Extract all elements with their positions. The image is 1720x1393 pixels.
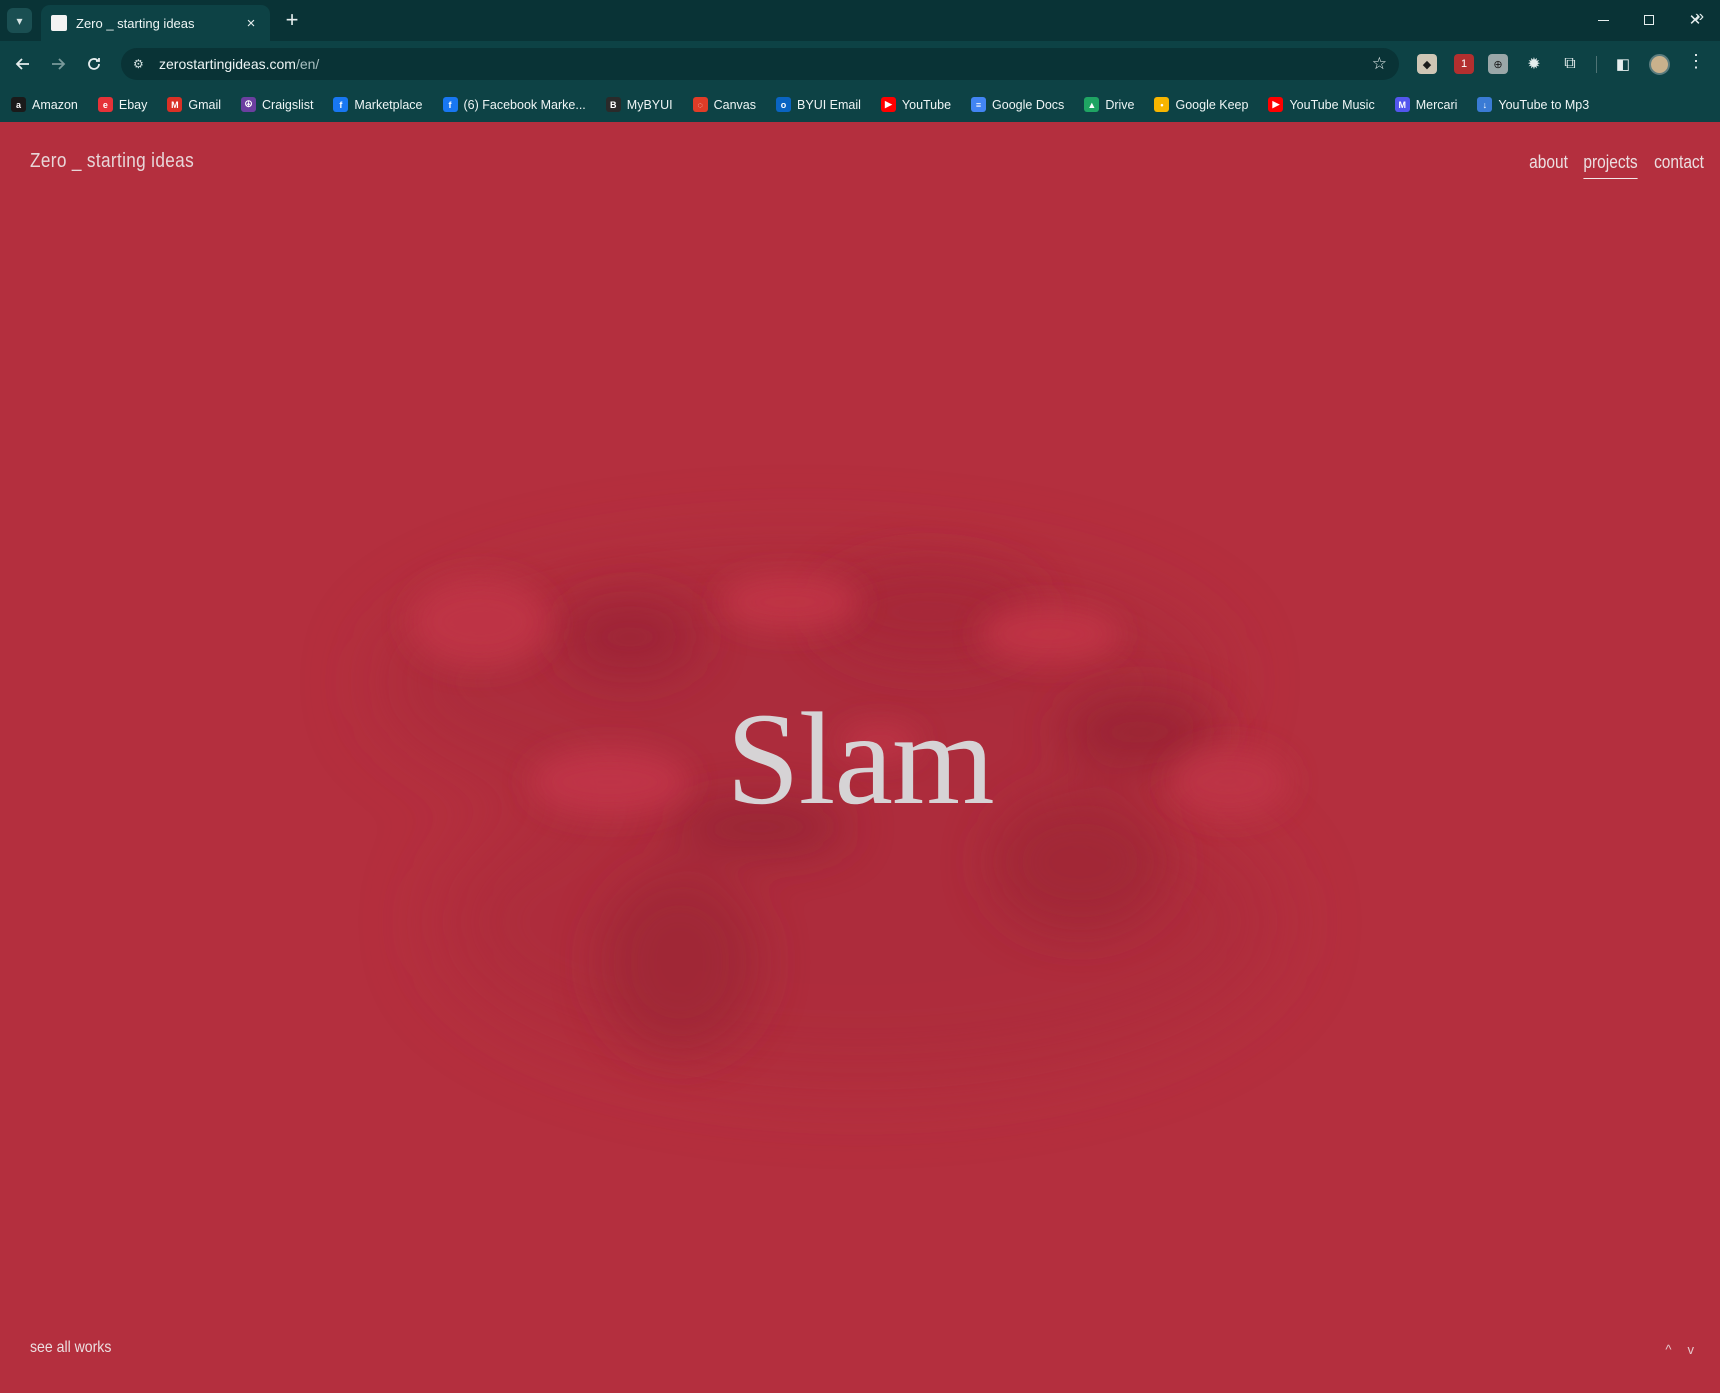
- reload-button[interactable]: [79, 49, 109, 79]
- browser-chrome: ▾ Zero _ starting ideas × + ✕ ⚙ zerostar…: [0, 0, 1720, 122]
- tab-title: Zero _ starting ideas: [76, 15, 195, 31]
- bookmark-label: (6) Facebook Marke...: [463, 97, 586, 112]
- canvas-icon: ◌: [692, 97, 708, 112]
- docs-icon: ≡: [971, 97, 987, 112]
- hero-title[interactable]: Slam: [0, 682, 1720, 835]
- youtube-icon: ▶: [880, 97, 896, 112]
- bookmark-item[interactable]: o BYUI Email: [776, 97, 861, 112]
- bookmark-item[interactable]: M Gmail: [167, 97, 221, 112]
- bookmark-label: Marketplace: [354, 97, 423, 112]
- see-all-works-link[interactable]: see all works: [30, 1339, 111, 1357]
- tab-favicon-icon: [51, 15, 67, 31]
- bookmark-item[interactable]: f (6) Facebook Marke...: [442, 97, 586, 112]
- toolbar: ⚙ zerostartingideas.com/en/ ☆ ◆ 1 ⊕ ✹ ⧉ …: [0, 41, 1720, 87]
- active-tab[interactable]: Zero _ starting ideas ×: [41, 5, 270, 41]
- url-text: zerostartingideas.com/en/: [159, 56, 319, 72]
- extension-settings-icon[interactable]: ✹: [1524, 54, 1544, 74]
- amazon-icon: a: [11, 97, 26, 112]
- outlook-icon: o: [776, 97, 792, 112]
- profile-avatar[interactable]: [1649, 54, 1670, 75]
- bookmark-item[interactable]: ▶ YouTube: [880, 97, 952, 112]
- maximize-icon: [1644, 15, 1654, 25]
- minimize-icon: [1597, 19, 1609, 21]
- bookmark-label: Drive: [1105, 97, 1135, 112]
- new-tab-button[interactable]: +: [281, 8, 303, 32]
- maximize-button[interactable]: [1634, 7, 1664, 33]
- forward-button[interactable]: [43, 49, 73, 79]
- bookmark-label: BYUI Email: [797, 97, 861, 112]
- drive-icon: ▲: [1084, 97, 1100, 112]
- pager-down-button[interactable]: v: [1688, 1342, 1695, 1357]
- facebook-icon: f: [442, 97, 458, 112]
- extension-2-icon[interactable]: 1: [1454, 54, 1474, 74]
- bookmark-item[interactable]: a Amazon: [11, 97, 78, 112]
- gmail-icon: M: [167, 97, 183, 112]
- site-nav: about projects contact: [1518, 150, 1708, 179]
- download-icon: ↓: [1477, 97, 1493, 112]
- bookmark-item[interactable]: M Mercari: [1394, 97, 1458, 112]
- ebay-icon: e: [97, 97, 113, 112]
- bookmark-item[interactable]: B MyBYUI: [605, 97, 673, 112]
- bookmark-item[interactable]: ≡ Google Docs: [971, 97, 1064, 112]
- back-arrow-icon: [15, 58, 29, 70]
- web-page: Zero _ starting ideas about projects conta…: [0, 122, 1720, 1393]
- bookmark-label: Ebay: [118, 97, 148, 112]
- bookmark-item[interactable]: ▲ Drive: [1084, 97, 1134, 112]
- tab-strip: ▾ Zero _ starting ideas × + ✕: [0, 0, 1720, 41]
- bookmark-item[interactable]: • Google Keep: [1154, 97, 1248, 112]
- bookmark-label: YouTube: [901, 97, 952, 112]
- bookmark-item[interactable]: f Marketplace: [333, 97, 423, 112]
- forward-arrow-icon: [52, 58, 66, 70]
- bookmark-item[interactable]: ↓ YouTube to Mp3: [1477, 97, 1589, 112]
- bookmark-label: Google Keep: [1175, 97, 1249, 112]
- browser-menu-icon[interactable]: ⋮: [1687, 51, 1705, 72]
- bookmark-label: MyBYUI: [626, 97, 673, 112]
- nav-link-contact[interactable]: contact: [1654, 150, 1704, 179]
- bookmarks-bar: a Amazon e Ebay M Gmail ☮ Craigslist f Marketplac…: [0, 87, 1720, 122]
- url-host: zerostartingideas.com: [159, 56, 296, 72]
- url-path: /en/: [295, 56, 320, 72]
- nav-link-projects[interactable]: projects: [1583, 150, 1638, 179]
- extensions-puzzle-icon[interactable]: ⧉: [1560, 54, 1580, 74]
- back-button[interactable]: [8, 49, 38, 79]
- facebook-icon: f: [333, 97, 349, 112]
- bookmark-label: Mercari: [1415, 97, 1458, 112]
- extension-1-icon[interactable]: ◆: [1417, 54, 1437, 74]
- site-info-icon[interactable]: ⚙: [133, 57, 149, 71]
- bookmarks-more-button[interactable]: »: [1695, 8, 1704, 26]
- project-pager: ^ v: [1665, 1342, 1694, 1357]
- bookmark-label: Amazon: [32, 97, 78, 112]
- bookmark-label: Gmail: [188, 97, 222, 112]
- tab-close-icon[interactable]: ×: [242, 15, 260, 32]
- bookmark-label: YouTube to Mp3: [1498, 97, 1590, 112]
- extension-badge: 1: [1460, 58, 1468, 70]
- bookmark-label: YouTube Music: [1289, 97, 1375, 112]
- nav-link-about[interactable]: about: [1529, 150, 1568, 179]
- reload-icon: [88, 58, 100, 70]
- extension-3-icon[interactable]: ⊕: [1488, 54, 1508, 74]
- side-panel-icon[interactable]: ◧: [1613, 54, 1633, 74]
- keep-icon: •: [1154, 97, 1170, 112]
- address-bar[interactable]: ⚙ zerostartingideas.com/en/ ☆: [121, 48, 1399, 80]
- site-logo[interactable]: Zero _ starting ideas: [30, 150, 194, 173]
- pager-up-button[interactable]: ^: [1665, 1342, 1671, 1357]
- bookmark-item[interactable]: ◌ Canvas: [692, 97, 757, 112]
- youtube-music-icon: ▶: [1268, 97, 1284, 112]
- bookmark-label: Google Docs: [992, 97, 1065, 112]
- bookmark-label: Craigslist: [262, 97, 314, 112]
- bookmark-item[interactable]: ☮ Craigslist: [241, 97, 313, 112]
- bookmark-label: Canvas: [713, 97, 757, 112]
- minimize-button[interactable]: [1588, 7, 1618, 33]
- mercari-icon: M: [1394, 97, 1410, 112]
- tab-search-button[interactable]: ▾: [7, 8, 32, 33]
- craigslist-icon: ☮: [241, 97, 257, 112]
- toolbar-divider: [1596, 56, 1597, 73]
- byui-icon: B: [605, 97, 621, 112]
- bookmark-item[interactable]: ▶ YouTube Music: [1268, 97, 1375, 112]
- bookmark-star-icon[interactable]: ☆: [1372, 54, 1387, 74]
- bookmark-item[interactable]: e Ebay: [97, 97, 148, 112]
